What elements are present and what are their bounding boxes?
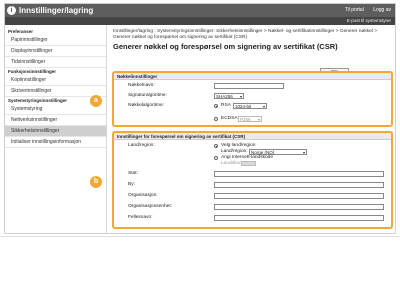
sidebar-section-title: Preferanser — [8, 29, 34, 34]
mail-admin-link[interactable]: E-post til systemstyrer — [347, 17, 391, 25]
signature-label: Signaturalgoritme: — [128, 93, 167, 98]
common-name-label: Fellesnavn: — [128, 215, 153, 220]
city-label: By: — [128, 182, 135, 187]
top-links: Til portal Logg av — [337, 5, 391, 15]
state-input[interactable] — [214, 171, 384, 177]
common-name-input[interactable] — [214, 215, 384, 221]
key-name-label: Nøkkelnavn: — [128, 83, 155, 88]
org-unit-label: Organisasjonsenhet: — [128, 204, 172, 209]
sidebar-section-title: Funksjonsinnstillinger — [8, 69, 57, 74]
key-name-input[interactable] — [214, 83, 284, 89]
key-settings-title: Nøkkelinnstillinger — [114, 73, 391, 80]
sidebar-item-security[interactable]: Sikkerhetsinnstillinger — [5, 126, 106, 137]
org-unit-input[interactable] — [214, 204, 384, 210]
csr-settings-group: Innstillinger for forespørsel om signeri… — [112, 131, 393, 229]
chevron-down-icon: ▾ — [239, 94, 242, 99]
sub-bar: E-post til systemstyrer — [5, 17, 395, 25]
chevron-down-icon: ▾ — [302, 150, 305, 155]
signature-select[interactable]: SHA256 ▾ — [214, 93, 244, 99]
page-divider — [0, 236, 400, 237]
sidebar-item-time[interactable]: Tidsinnstillinger — [5, 57, 106, 68]
sidebar-item-copy[interactable]: Kopiinnstillinger — [5, 75, 106, 86]
main-content: Innstillinger/lagring : Systemstyringsin… — [90, 25, 395, 233]
sidebar: Preferanser Papirinnstillinger Displayin… — [5, 25, 107, 233]
sidebar-item-paper[interactable]: Papirinnstillinger — [5, 35, 106, 46]
ecdsa-curve-select[interactable]: P256 ▾ — [238, 116, 262, 122]
top-bar: i Innstillinger/lagring Til portal Logg … — [5, 4, 395, 17]
logout-link[interactable]: Logg av — [373, 7, 391, 13]
breadcrumb: Innstillinger/lagring : Systemstyringsin… — [113, 29, 378, 40]
sidebar-item-system[interactable]: Systemstyring — [5, 104, 106, 115]
app-logo-icon: i — [7, 6, 16, 15]
key-algorithm-label: Nøkkelalgoritme: — [128, 103, 164, 108]
chevron-down-icon: ▾ — [262, 104, 265, 109]
country-code-input[interactable] — [241, 161, 256, 166]
sidebar-item-initialize[interactable]: Initialiser innstillingsinformasjon — [5, 137, 106, 148]
callout-badge-b: b — [90, 176, 102, 188]
internet-code-radio[interactable] — [214, 156, 218, 160]
csr-settings-title: Innstillinger for forespørsel om signeri… — [114, 133, 391, 140]
state-label: Stat: — [128, 171, 138, 176]
rsa-bits-select[interactable]: 1024-bit ▾ — [233, 103, 267, 109]
callout-badge-a: a — [90, 95, 102, 107]
browser-window: i Innstillinger/lagring Til portal Logg … — [4, 3, 396, 234]
ecdsa-label: ECDSA — [221, 116, 238, 121]
ecdsa-curve-value: P256 — [240, 117, 251, 122]
region-label: Land/region: — [128, 143, 155, 148]
sidebar-item-display[interactable]: Displayinnstillinger — [5, 46, 106, 57]
signature-value: SHA256 — [216, 94, 233, 99]
rsa-radio[interactable] — [214, 104, 218, 108]
app-title: Innstillinger/lagring — [19, 6, 94, 15]
choose-region-radio[interactable] — [214, 144, 218, 148]
chevron-down-icon: ▾ — [257, 117, 260, 122]
portal-link[interactable]: Til portal — [345, 7, 364, 13]
page-title: Generer nøkkel og forespørsel om signeri… — [113, 42, 338, 51]
sidebar-item-printer[interactable]: Skriverinnstillinger — [5, 86, 106, 97]
key-settings-group: Nøkkelinnstillinger Nøkkelnavn: Signatur… — [112, 71, 393, 127]
city-input[interactable] — [214, 182, 384, 188]
sidebar-item-network[interactable]: Nettverksinnstillinger — [5, 115, 106, 126]
ecdsa-radio[interactable] — [214, 117, 218, 121]
rsa-label: RSA — [221, 103, 231, 108]
rsa-bits-value: 1024-bit — [235, 104, 252, 109]
screenshot-frame: i Innstillinger/lagring Til portal Logg … — [0, 0, 400, 282]
organization-label: Organisasjon: — [128, 193, 158, 198]
organization-input[interactable] — [214, 193, 384, 199]
